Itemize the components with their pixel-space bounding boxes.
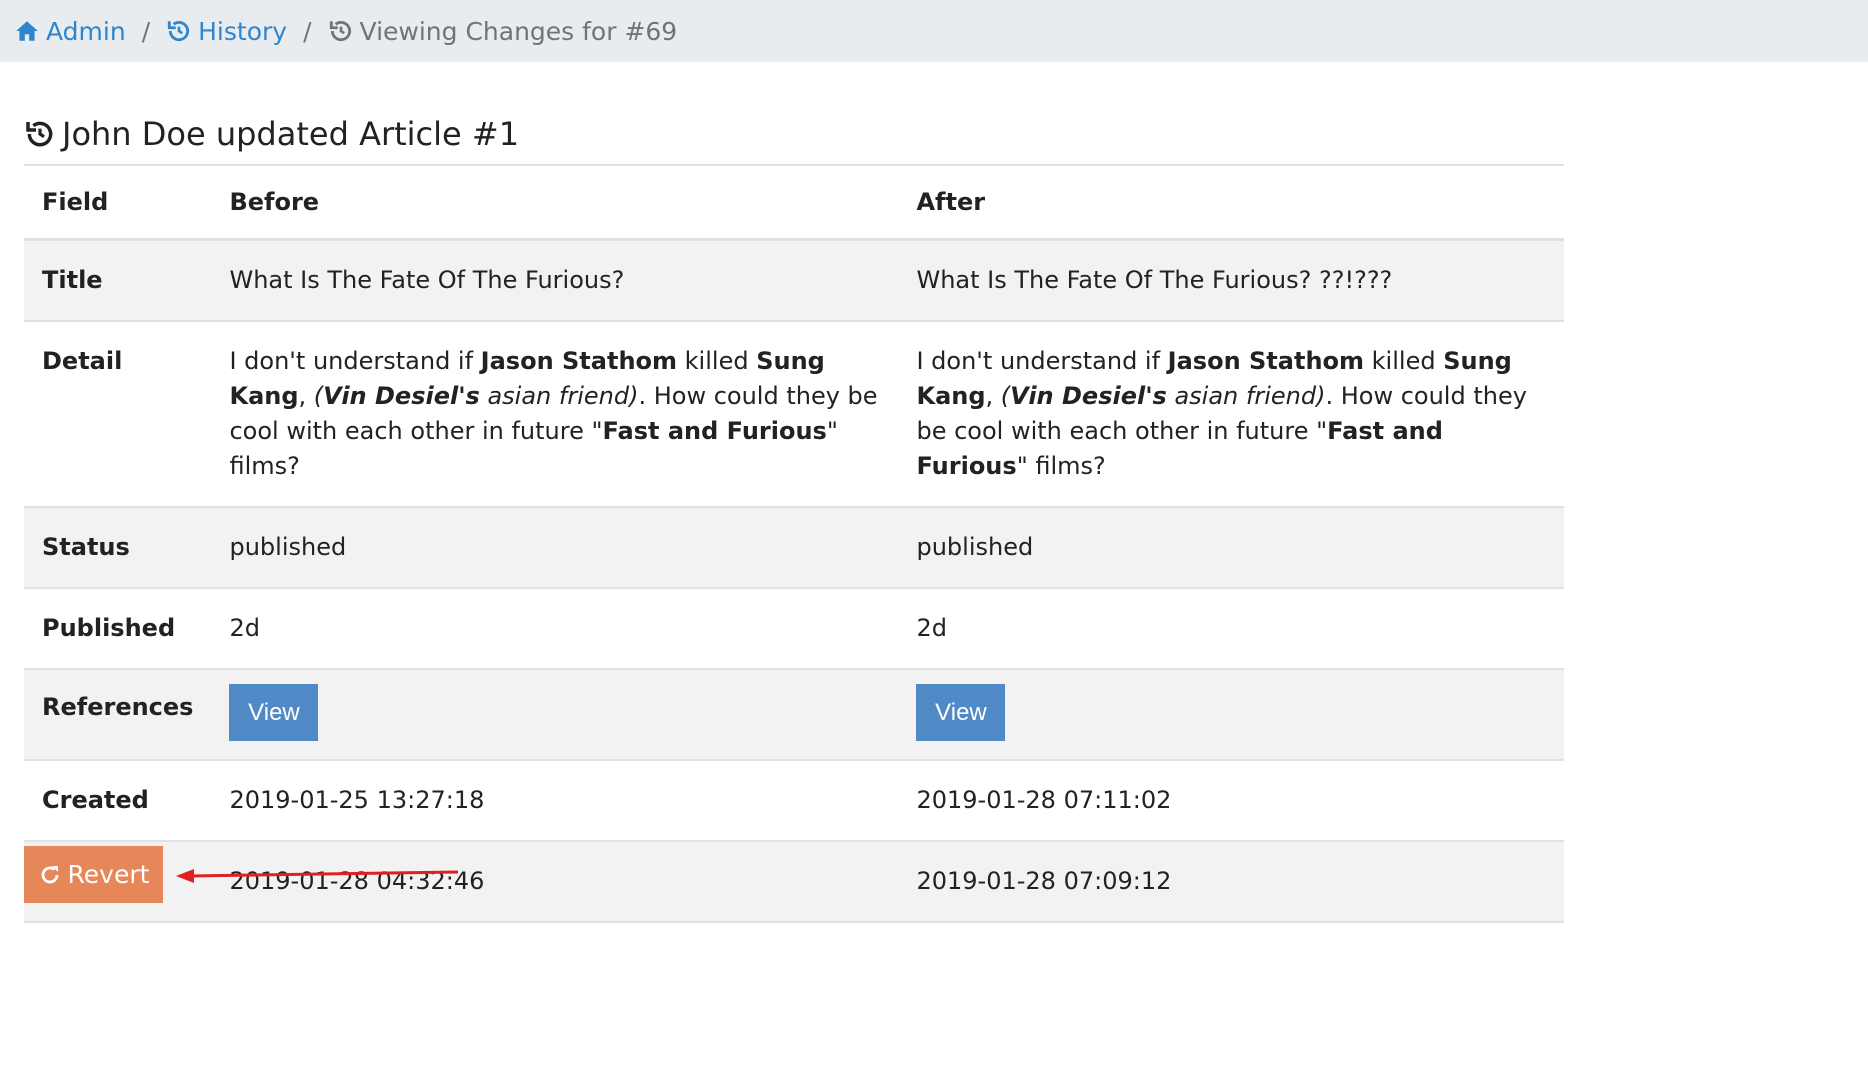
- page-title: John Doe updated Article #1: [24, 115, 519, 153]
- detail-bold-italic: Vin Desiel's: [1010, 382, 1167, 410]
- detail-bold: Jason Stathom: [480, 347, 678, 375]
- detail-italic: (Vin Desiel's asian friend): [314, 382, 639, 410]
- before-value: View: [211, 669, 898, 760]
- detail-text: " films?: [1016, 452, 1106, 480]
- header-after: After: [898, 164, 1564, 241]
- after-value: published: [916, 533, 1034, 561]
- breadcrumb: Admin / History / Viewing Changes for #6…: [0, 0, 1868, 62]
- detail-bold: Fast and Furious: [602, 417, 827, 445]
- after-value: What Is The Fate Of The Furious? ??!???: [916, 266, 1393, 294]
- breadcrumb-separator: /: [303, 16, 312, 46]
- field-name: Status: [42, 533, 130, 561]
- detail-text: ,: [985, 382, 1001, 410]
- table-row: References View View: [24, 669, 1564, 760]
- field-name: Title: [42, 266, 103, 294]
- refresh-icon: [41, 865, 58, 883]
- breadcrumb-admin[interactable]: Admin: [14, 17, 126, 46]
- header-field: Field: [24, 164, 212, 241]
- detail-text: I don't understand if: [229, 347, 481, 375]
- table-row: Created 2019-01-25 13:27:18 2019-01-28 0…: [24, 760, 1564, 841]
- field-name: Published: [42, 614, 176, 642]
- table-row: Title What Is The Fate Of The Furious? W…: [24, 239, 1564, 321]
- revert-button-label: Revert: [67, 860, 150, 889]
- before-value: 2019-01-25 13:27:18: [229, 786, 485, 814]
- annotation-arrow: [176, 869, 459, 883]
- detail-bold-italic: Vin Desiel's: [323, 382, 480, 410]
- before-value: published: [229, 533, 347, 561]
- detail-italic-text: (: [313, 382, 324, 410]
- before-value: What Is The Fate Of The Furious?: [229, 266, 625, 294]
- history-icon: [26, 122, 53, 147]
- detail-italic-text: asian friend): [1166, 382, 1326, 410]
- after-value: 2019-01-28 07:11:02: [916, 786, 1172, 814]
- header-before: Before: [211, 164, 899, 241]
- detail-italic: (Vin Desiel's asian friend): [1001, 382, 1326, 410]
- table-header-row: Field Before After: [24, 164, 1564, 241]
- field-name: Detail: [42, 347, 123, 375]
- detail-italic-text: (: [1000, 382, 1011, 410]
- before-value: I don't understand if Jason Stathom kill…: [211, 321, 898, 507]
- table-row: Detail I don't understand if Jason Stath…: [24, 321, 1564, 507]
- history-icon: [329, 21, 351, 42]
- detail-bold: Jason Stathom: [1167, 347, 1365, 375]
- detail-text: killed: [677, 347, 757, 375]
- table-row: Published 2d 2d: [24, 588, 1564, 669]
- after-value: 2d: [916, 614, 947, 642]
- home-icon: [16, 21, 38, 41]
- field-name: References: [42, 693, 194, 721]
- detail-italic-text: asian friend): [479, 382, 639, 410]
- before-value: 2d: [229, 614, 260, 642]
- detail-text: killed: [1364, 347, 1444, 375]
- detail-text: I don't understand if: [916, 347, 1168, 375]
- breadcrumb-history-link[interactable]: History: [198, 17, 287, 46]
- field-name: Created: [42, 786, 149, 814]
- view-references-before-button[interactable]: View: [229, 684, 319, 741]
- detail-text: ,: [298, 382, 314, 410]
- breadcrumb-separator: /: [141, 16, 151, 46]
- view-references-after-button[interactable]: View: [916, 684, 1006, 741]
- changes-table: Field Before After Title What Is The Fat…: [24, 164, 1564, 923]
- breadcrumb-current-label: Viewing Changes for #69: [359, 16, 678, 46]
- breadcrumb-admin-link[interactable]: Admin: [46, 17, 126, 46]
- table-row: Status published published: [24, 507, 1564, 588]
- after-value: View: [898, 669, 1564, 760]
- page-title-text: John Doe updated Article #1: [62, 115, 520, 154]
- breadcrumb-history[interactable]: History: [166, 17, 287, 46]
- history-icon: [167, 21, 190, 42]
- breadcrumb-current: Viewing Changes for #69: [328, 16, 678, 46]
- after-value: 2019-01-28 07:09:12: [916, 867, 1172, 895]
- revert-button[interactable]: Revert: [24, 846, 163, 903]
- after-value: I don't understand if Jason Stathom kill…: [898, 321, 1564, 507]
